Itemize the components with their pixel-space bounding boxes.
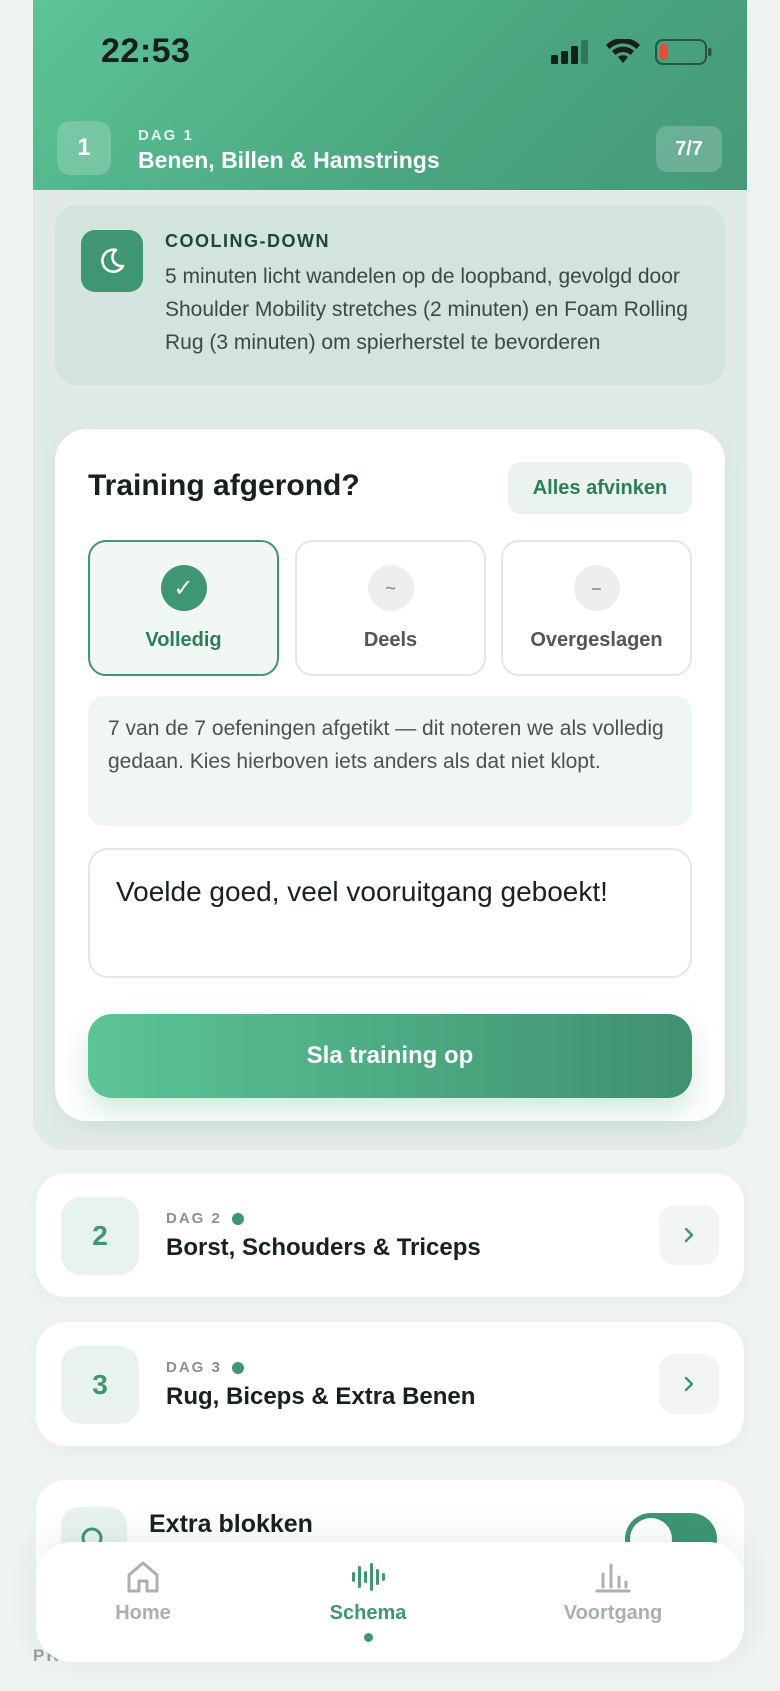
cooldown-label: COOLING-DOWN	[165, 231, 330, 251]
battery-icon	[655, 39, 712, 65]
status-dot	[231, 1212, 244, 1225]
nav-label: Voortgang	[563, 1602, 663, 1624]
cooldown-text: 5 minuten licht wandelen op de loopband,…	[165, 265, 688, 354]
nav-label: Schema	[329, 1602, 407, 1624]
nav-schema[interactable]: Schema	[288, 1560, 448, 1652]
bottom-nav: Home Schema Voortgang	[36, 1542, 744, 1662]
status-dot	[231, 1361, 244, 1374]
nav-progress[interactable]: Voortgang	[533, 1560, 693, 1652]
day-label: DAG 2	[166, 1210, 222, 1227]
chevron-right-icon[interactable]	[659, 1205, 719, 1265]
moon-icon	[81, 230, 143, 292]
wifi-icon	[606, 39, 640, 63]
nav-label: Home	[115, 1602, 171, 1624]
day-title: Benen, Billen & Hamstrings	[138, 147, 440, 173]
tilde-icon: ~	[367, 565, 414, 611]
cooldown-card: COOLING-DOWN 5 minuten licht wandelen op…	[55, 205, 725, 385]
active-indicator	[363, 1633, 373, 1642]
completion-info: 7 van de 7 oefeningen afgetikt — dit not…	[88, 696, 692, 826]
bar-chart-icon	[595, 1563, 631, 1593]
day-number-badge: 3	[61, 1346, 139, 1424]
training-note-input[interactable]: Voelde goed, veel vooruitgang geboekt!	[88, 848, 692, 978]
day-row-3[interactable]: 3 DAG 3 Rug, Biceps & Extra Benen	[36, 1322, 744, 1446]
day-number-badge: 1	[57, 121, 111, 175]
dash-icon: –	[573, 565, 620, 611]
day-label: DAG 1	[138, 127, 194, 144]
day-number-badge: 2	[61, 1197, 139, 1275]
check-all-button[interactable]: Alles afvinken	[508, 462, 692, 514]
home-icon	[127, 1561, 159, 1593]
training-title: Training afgerond?	[88, 469, 360, 502]
nav-home[interactable]: Home	[63, 1560, 223, 1652]
day-label-row: DAG 3	[166, 1359, 244, 1376]
extra-blocks-title: Extra blokken	[149, 1510, 313, 1538]
save-training-button[interactable]: Sla training op	[88, 1014, 692, 1098]
check-icon: ✓	[160, 565, 207, 611]
exercise-count-badge: 7/7	[656, 126, 722, 172]
status-time: 22:53	[101, 32, 191, 70]
day-1-panel: COOLING-DOWN 5 minuten licht wandelen op…	[33, 190, 747, 1150]
header: 22:53 1 DAG 1 Benen, Billen & Hamstrings…	[33, 0, 747, 190]
day-row-2[interactable]: 2 DAG 2 Borst, Schouders & Triceps	[36, 1173, 744, 1297]
day-label: DAG 3	[166, 1359, 222, 1376]
option-complete[interactable]: ✓ Volledig	[88, 540, 279, 676]
signal-icon	[551, 40, 588, 64]
chevron-right-icon[interactable]	[659, 1354, 719, 1414]
option-label: Overgeslagen	[530, 629, 663, 651]
waveform-icon	[352, 1563, 385, 1591]
option-partial[interactable]: ~ Deels	[295, 540, 486, 676]
day-title: Borst, Schouders & Triceps	[166, 1234, 481, 1261]
option-skipped[interactable]: – Overgeslagen	[501, 540, 692, 676]
day-title: Rug, Biceps & Extra Benen	[166, 1383, 476, 1410]
status-icons	[551, 38, 713, 66]
option-label: Volledig	[145, 629, 222, 651]
training-completion-card: Training afgerond? Alles afvinken ✓ Voll…	[55, 429, 725, 1121]
day-label-row: DAG 2	[166, 1210, 244, 1227]
option-label: Deels	[363, 629, 418, 651]
